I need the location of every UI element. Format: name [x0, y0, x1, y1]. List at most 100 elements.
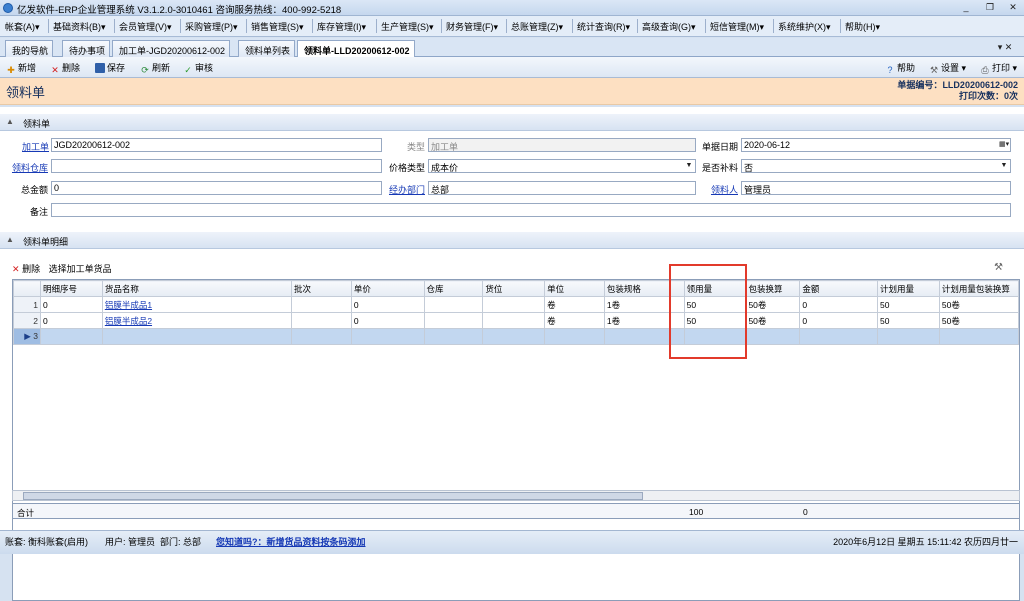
save-icon: [95, 63, 105, 73]
print-button[interactable]: ⎙ 打印 ▾: [980, 61, 1017, 75]
restore-button[interactable]: ❐: [982, 1, 998, 14]
total-amount: 0: [803, 507, 808, 517]
section-requisition[interactable]: ▲ 领料单: [0, 114, 1024, 131]
refresh-button[interactable]: ⟳ 刷新: [140, 61, 170, 75]
refresh-icon: ⟳: [141, 65, 149, 75]
tab-todo[interactable]: 待办事项: [62, 40, 111, 57]
tab-requisition-doc[interactable]: 领料单-LLD20200612-002: [297, 40, 415, 58]
menu-help[interactable]: 帮助(H)▾: [845, 20, 880, 33]
menu-sms[interactable]: 短信管理(M)▾: [710, 20, 764, 33]
printer-icon: ⎙: [981, 65, 989, 75]
col-package-conv[interactable]: 包装换算: [745, 280, 801, 297]
minimize-button[interactable]: _: [958, 1, 974, 14]
status-datetime: 2020年6月12日 星期五 15:11:42 农历四月廿一: [833, 537, 1018, 547]
section-detail[interactable]: ▲ 领料单明细: [0, 232, 1024, 249]
col-planned-conv[interactable]: 计划用量包装换算: [938, 280, 1019, 297]
grid-settings-icon[interactable]: ⚒: [994, 262, 1003, 273]
col-planned-qty[interactable]: 计划用量: [877, 280, 940, 297]
col-detail-no[interactable]: 明细序号: [39, 280, 103, 297]
col-unit-price[interactable]: 单价: [350, 280, 425, 297]
col-amount[interactable]: 金额: [799, 280, 879, 297]
col-quantity[interactable]: 领用量: [683, 280, 747, 297]
warehouse-label[interactable]: 领料仓库: [10, 161, 48, 174]
price-type-label: 价格类型: [388, 163, 425, 173]
tab-my-navigation[interactable]: 我的导航: [5, 40, 54, 57]
quantity-cell[interactable]: 50: [683, 296, 747, 313]
menu-basic-data[interactable]: 基础资料(B)▾: [53, 20, 106, 33]
menu-member[interactable]: 会员管理(V)▾: [119, 20, 172, 33]
grid-delete-button[interactable]: ✕ 删除: [12, 264, 40, 274]
totals-label: 合计: [17, 508, 35, 518]
col-goods-name[interactable]: 货品名称: [101, 280, 293, 297]
delete-icon: ✕: [51, 65, 59, 75]
chevron-down-icon[interactable]: ▼: [684, 161, 694, 171]
col-package-spec[interactable]: 包装规格: [603, 280, 685, 297]
status-dept: 部门: 总部: [160, 537, 202, 547]
status-bar: 账套: 衡科账套(启用) 用户: 管理员 部门: 总部 您知道吗?：新增货品资料…: [0, 530, 1024, 554]
price-type-select[interactable]: 成本价 ▼: [428, 159, 696, 173]
fill-select[interactable]: 否 ▼: [741, 159, 1011, 173]
totals-row: 合计 100 0: [12, 503, 1020, 519]
fill-label: 是否补料: [701, 163, 738, 173]
col-batch[interactable]: 批次: [291, 280, 352, 297]
menu-advanced-query[interactable]: 高级查询(G)▾: [642, 20, 696, 33]
save-button[interactable]: 保存: [95, 61, 125, 74]
menu-purchase[interactable]: 采购管理(P)▾: [185, 20, 238, 33]
document-tabs: 我的导航 待办事项 加工单-JGD20200612-002 领料单列表 领料单-…: [0, 38, 1024, 58]
tab-close-icon[interactable]: ▾ ✕: [992, 41, 1018, 54]
table-row[interactable]: 2 0 铝膜半成品2 0 卷 1卷 50 50卷 0 50 50卷: [13, 312, 1019, 329]
detail-table: 明细序号 货品名称 批次 单价 仓库 货位 单位 包装规格 领用量 包装换算 金…: [13, 280, 1019, 345]
collapse-icon: ▲: [6, 117, 14, 126]
audit-button[interactable]: ✓ 审核: [183, 61, 213, 75]
menu-sales[interactable]: 销售管理(S)▾: [251, 20, 304, 33]
menu-inventory[interactable]: 库存管理(I)▾: [317, 20, 366, 33]
delete-button[interactable]: ✕ 删除: [50, 61, 80, 75]
menu-system[interactable]: 系统维护(X)▾: [778, 20, 831, 33]
warehouse-input[interactable]: [51, 159, 382, 173]
select-goods-button[interactable]: 选择加工单货品: [49, 264, 112, 274]
grid-header: 明细序号 货品名称 批次 单价 仓库 货位 单位 包装规格 领用量 包装换算 金…: [13, 280, 1019, 297]
scrollbar-thumb[interactable]: [23, 492, 643, 500]
dept-label[interactable]: 经办部门: [385, 183, 425, 196]
process-order-input[interactable]: JGD20200612-002: [51, 138, 382, 152]
window-title: 亿发软件-ERP企业管理系统 V3.1.2.0-3010461 咨询服务热线：4…: [17, 5, 342, 16]
receiver-label[interactable]: 领料人: [700, 183, 738, 196]
menu-account[interactable]: 帐套(A)▾: [5, 20, 40, 33]
grid-toolbar: ✕ 删除 选择加工单货品: [12, 262, 112, 275]
col-location[interactable]: 货位: [482, 280, 546, 297]
status-account: 账套: 衡科账套(启用): [5, 537, 88, 547]
new-button[interactable]: ✚ 新增: [6, 61, 36, 75]
status-tip-link[interactable]: 您知道吗?：新增货品资料按条码添加: [216, 535, 366, 548]
receiver-input[interactable]: 管理员: [741, 181, 1011, 195]
horizontal-scrollbar[interactable]: [12, 490, 1020, 501]
menu-ledger[interactable]: 总账管理(Z)▾: [511, 20, 563, 33]
tab-process-order[interactable]: 加工单-JGD20200612-002: [112, 40, 231, 57]
main-panel: ▲ 领料单 加工单 JGD20200612-002 类型 加工单 单据日期 20…: [0, 107, 1024, 601]
menu-production[interactable]: 生产管理(S)▾: [381, 20, 434, 33]
total-input: 0: [51, 181, 382, 195]
doc-date-input[interactable]: 2020-06-12 ▦▾: [741, 138, 1011, 152]
table-row[interactable]: 1 0 铝膜半成品1 0 卷 1卷 50 50卷 0 50 50卷: [13, 296, 1019, 313]
calendar-icon[interactable]: ▦▾: [999, 140, 1009, 150]
goods-link[interactable]: 铝膜半成品1: [101, 296, 293, 313]
quantity-cell[interactable]: 50: [683, 312, 747, 329]
total-quantity: 100: [689, 507, 704, 517]
menu-statistics[interactable]: 统计查询(R)▾: [577, 20, 630, 33]
process-order-label[interactable]: 加工单: [22, 140, 49, 153]
toolbar: ✚ 新增 ✕ 删除 保存 ⟳ 刷新 ✓ 审核 ? 帮助 ⚒ 设置 ▾ ⎙ 打印 ▾: [0, 57, 1024, 78]
new-row[interactable]: ▶ 3: [13, 328, 1019, 345]
document-number: 单据编号：LLD20200612-002 打印次数：0次: [897, 80, 1018, 101]
remark-input[interactable]: [51, 203, 1011, 217]
goods-link[interactable]: 铝膜半成品2: [101, 312, 293, 329]
tab-requisition-list[interactable]: 领料单列表: [238, 40, 296, 57]
col-warehouse[interactable]: 仓库: [423, 280, 484, 297]
plus-icon: ✚: [7, 65, 15, 75]
menu-finance[interactable]: 财务管理(F)▾: [446, 20, 498, 33]
dept-input[interactable]: 总部: [428, 181, 696, 195]
settings-button[interactable]: ⚒ 设置 ▾: [929, 61, 966, 75]
close-button[interactable]: ✕: [1005, 1, 1021, 14]
total-label: 总金额: [20, 185, 48, 195]
chevron-down-icon[interactable]: ▼: [999, 161, 1009, 171]
help-button[interactable]: ? 帮助: [885, 61, 915, 75]
col-unit[interactable]: 单位: [544, 280, 605, 297]
